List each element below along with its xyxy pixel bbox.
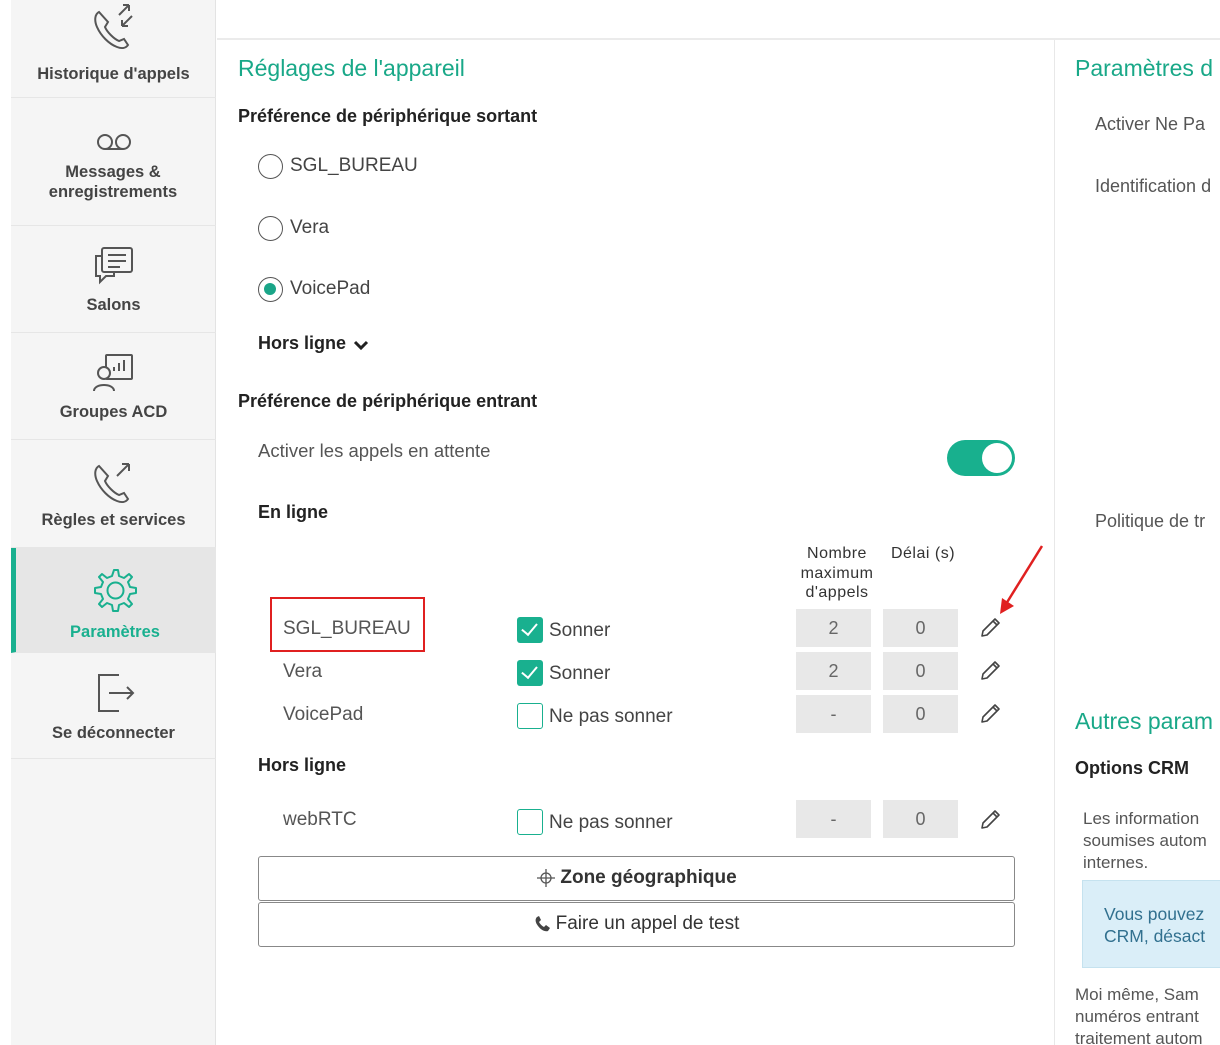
ring-checkbox[interactable] bbox=[517, 809, 543, 835]
chevron-down-icon bbox=[354, 340, 369, 350]
delay-column-header: Délai (s) bbox=[890, 545, 956, 562]
test-call-button[interactable]: Faire un appel de test bbox=[258, 902, 1015, 947]
ring-checkbox[interactable] bbox=[517, 617, 543, 643]
delay-field[interactable]: 0 bbox=[883, 800, 958, 838]
crm-text-line: soumises autom bbox=[1083, 831, 1207, 850]
call-settings-panel: Paramètres d Activer Ne Pa Identificatio… bbox=[1056, 40, 1220, 1045]
offline-device-name: webRTC bbox=[283, 809, 357, 830]
crm-description: Les information soumises autom internes. bbox=[1083, 808, 1207, 874]
logout-icon bbox=[97, 674, 134, 712]
edit-pencil-icon[interactable] bbox=[978, 808, 1002, 832]
sidebar-item-label: Règles et services bbox=[41, 511, 186, 529]
online-device-name: VoicePad bbox=[283, 704, 364, 725]
max-calls-field[interactable]: 2 bbox=[796, 652, 871, 690]
delay-field[interactable]: 0 bbox=[883, 695, 958, 733]
call-waiting-toggle[interactable] bbox=[947, 440, 1015, 476]
dnd-label: Activer Ne Pa bbox=[1095, 114, 1206, 134]
other-settings-title: Autres param bbox=[1075, 708, 1214, 734]
call-settings-title: Paramètres d bbox=[1075, 55, 1214, 81]
chat-rooms-icon bbox=[94, 247, 133, 285]
edit-pencil-icon[interactable] bbox=[978, 702, 1002, 726]
geo-zone-button[interactable]: Zone géographique bbox=[258, 856, 1015, 901]
info-text-line: CRM, désact bbox=[1104, 926, 1206, 946]
sidebar-item-label: Salons bbox=[86, 296, 141, 314]
top-bar bbox=[217, 7, 1220, 40]
sidebar-item-rooms[interactable]: Salons bbox=[11, 226, 216, 333]
caller-id-label: Identification d bbox=[1095, 176, 1212, 196]
sidebar-item-label: Paramètres bbox=[70, 623, 160, 641]
acd-groups-icon bbox=[92, 354, 133, 392]
toggle-knob bbox=[982, 443, 1012, 473]
sidebar-item-messages[interactable]: Messages & enregistrements bbox=[11, 98, 216, 226]
annotation-arrow-icon bbox=[1000, 545, 1044, 614]
sidebar: Historique d'appels Messages & enregistr… bbox=[11, 0, 216, 1045]
offline-section-title: Hors ligne bbox=[258, 755, 347, 775]
call-rules-icon bbox=[93, 463, 130, 504]
max-calls-header-line: Nombre bbox=[807, 545, 867, 562]
outgoing-radio-label: VoicePad bbox=[290, 278, 371, 299]
device-settings-panel: Réglages de l'appareil Préférence de pér… bbox=[217, 40, 1055, 1045]
sidebar-item-label: Messages & enregistrements bbox=[48, 163, 178, 201]
bottom-description: Moi même, Sam numéros entrant traitement… bbox=[1075, 984, 1203, 1045]
ring-label: Sonner bbox=[549, 620, 611, 641]
sidebar-item-acd-groups[interactable]: Groupes ACD bbox=[11, 333, 216, 440]
sidebar-item-label: Groupes ACD bbox=[59, 403, 168, 421]
ring-label: Ne pas sonner bbox=[549, 812, 673, 833]
call-history-icon bbox=[93, 4, 133, 50]
info-text-line: Vous pouvez bbox=[1104, 904, 1205, 924]
delay-field[interactable]: 0 bbox=[883, 652, 958, 690]
delay-field[interactable]: 0 bbox=[883, 609, 958, 647]
sidebar-item-label: Se déconnecter bbox=[52, 724, 175, 742]
ring-checkbox[interactable] bbox=[517, 703, 543, 729]
gear-icon bbox=[94, 569, 137, 612]
online-section-title: En ligne bbox=[258, 502, 329, 522]
offline-expander-label: Hors ligne bbox=[258, 333, 347, 353]
sidebar-item-logout[interactable]: Se déconnecter bbox=[11, 653, 216, 759]
online-device-name: SGL_BUREAU bbox=[283, 618, 411, 639]
crm-text-line: Les information bbox=[1083, 809, 1200, 828]
edit-pencil-icon[interactable] bbox=[978, 659, 1002, 683]
ring-label: Ne pas sonner bbox=[549, 706, 673, 727]
geo-zone-label: Zone géographique bbox=[560, 867, 737, 888]
max-calls-field[interactable]: - bbox=[796, 800, 871, 838]
bottom-text-line: traitement autom bbox=[1075, 1029, 1203, 1045]
max-calls-field[interactable]: - bbox=[796, 695, 871, 733]
ring-label: Sonner bbox=[549, 663, 611, 684]
outgoing-radio-voicepad[interactable] bbox=[258, 277, 283, 302]
phone-icon bbox=[535, 915, 550, 932]
outgoing-radio-label: SGL_BUREAU bbox=[290, 155, 418, 176]
policy-label: Politique de tr bbox=[1095, 511, 1206, 531]
online-device-name: Vera bbox=[283, 661, 323, 682]
test-call-label: Faire un appel de test bbox=[555, 913, 740, 934]
max-calls-header-line: maximum bbox=[800, 564, 874, 582]
info-alert-text: Vous pouvez CRM, désact bbox=[1104, 903, 1205, 947]
offline-devices-expander[interactable]: Hors ligne bbox=[258, 333, 369, 354]
page-title: Réglages de l'appareil bbox=[238, 55, 465, 81]
sidebar-item-settings[interactable]: Paramètres bbox=[11, 548, 216, 653]
outgoing-radio-sgl-bureau[interactable] bbox=[258, 154, 283, 179]
sidebar-item-label: Historique d'appels bbox=[37, 65, 190, 83]
bottom-text-line: numéros entrant bbox=[1075, 1007, 1199, 1026]
max-calls-field[interactable]: 2 bbox=[796, 609, 871, 647]
max-calls-header-line: d'appels bbox=[805, 584, 869, 601]
voicemail-icon bbox=[96, 134, 131, 150]
outgoing-radio-label: Vera bbox=[290, 217, 330, 238]
bottom-text-line: Moi même, Sam bbox=[1075, 985, 1199, 1004]
edit-pencil-icon[interactable] bbox=[978, 616, 1002, 640]
ring-checkbox[interactable] bbox=[517, 660, 543, 686]
outgoing-preference-title: Préférence de périphérique sortant bbox=[238, 106, 538, 126]
outgoing-radio-vera[interactable] bbox=[258, 216, 283, 241]
call-waiting-label: Activer les appels en attente bbox=[258, 440, 491, 461]
crosshair-icon bbox=[537, 868, 556, 887]
crm-options-title: Options CRM bbox=[1075, 758, 1189, 778]
crm-text-line: internes. bbox=[1083, 853, 1149, 872]
sidebar-item-call-history[interactable]: Historique d'appels bbox=[11, 0, 216, 98]
incoming-preference-title: Préférence de périphérique entrant bbox=[238, 391, 538, 411]
sidebar-item-rules[interactable]: Règles et services bbox=[11, 440, 216, 548]
max-calls-column-header: Nombre maximum d'appels bbox=[795, 544, 879, 603]
crm-info-alert: Vous pouvez CRM, désact bbox=[1082, 880, 1220, 968]
